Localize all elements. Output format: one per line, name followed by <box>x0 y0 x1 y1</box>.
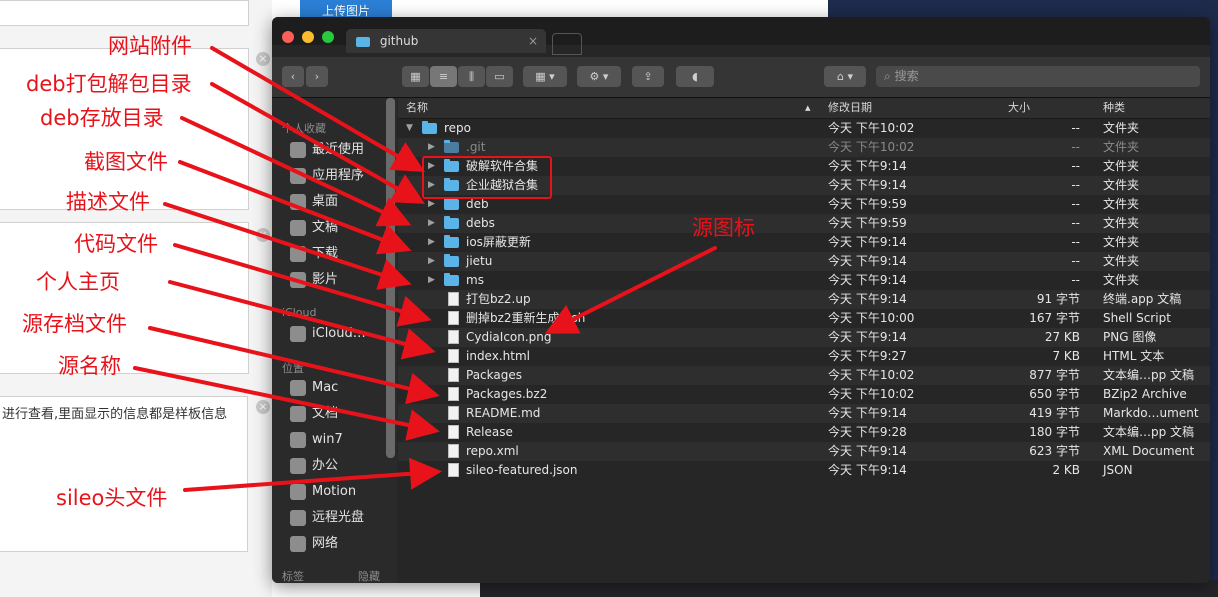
annotation-label: sileo头文件 <box>56 486 168 510</box>
annotation-label: 截图文件 <box>84 150 168 174</box>
arrow <box>163 202 412 290</box>
arrow <box>183 457 442 492</box>
annotation-label: 网站附件 <box>108 34 192 58</box>
annotation-label: deb存放目录 <box>40 106 164 130</box>
annotation-label: 源名称 <box>58 354 121 378</box>
annotation-label: 个人主页 <box>36 270 120 294</box>
annotation-label: 代码文件 <box>74 232 158 256</box>
annotation-label: 描述文件 <box>66 190 150 214</box>
arrow <box>544 246 717 334</box>
annotation-label: 源图标 <box>692 216 755 240</box>
arrow <box>173 243 432 327</box>
arrow <box>210 82 425 204</box>
annotation-label: 源存档文件 <box>22 312 127 336</box>
arrow <box>133 366 440 441</box>
annotation-label: deb打包解包目录 <box>26 72 192 96</box>
arrow <box>210 46 425 173</box>
